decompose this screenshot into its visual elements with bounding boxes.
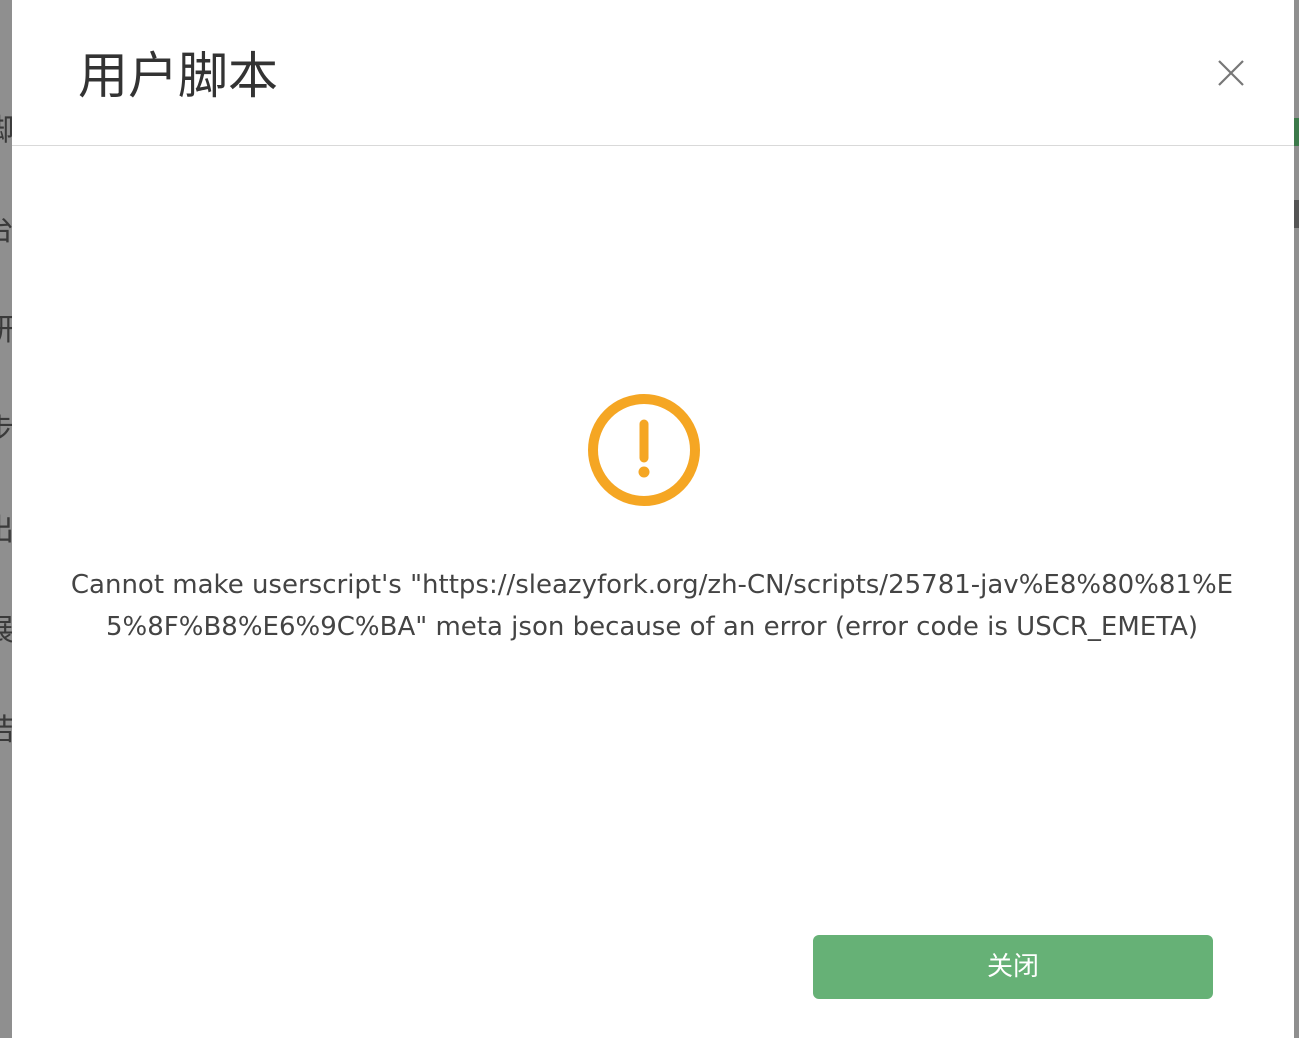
close-icon[interactable] xyxy=(1216,58,1246,88)
background-sidebar-glyph: 展 xyxy=(0,616,12,646)
close-button[interactable]: 关闭 xyxy=(813,935,1213,999)
userscript-error-dialog: 用户脚本 Cannot make userscript's "https://s… xyxy=(12,0,1294,1038)
background-sidebar-glyph: 研 xyxy=(0,316,12,346)
warning-icon xyxy=(586,392,702,508)
background-sidebar-glyph: 出 xyxy=(0,516,12,546)
background-page-right-edge xyxy=(1294,0,1299,1038)
background-dark-mark xyxy=(1294,200,1299,228)
dialog-header: 用户脚本 xyxy=(12,0,1294,146)
error-message: Cannot make userscript's "https://sleazy… xyxy=(70,570,1234,642)
background-accent-mark xyxy=(1294,118,1299,146)
background-page-sidebar: 脚 台 研 步 出 展 结 xyxy=(0,0,12,1038)
background-sidebar-glyph: 台 xyxy=(0,216,12,246)
background-sidebar-glyph: 脚 xyxy=(0,116,12,146)
background-sidebar-glyph: 结 xyxy=(0,716,12,746)
background-sidebar-glyph: 步 xyxy=(0,416,12,446)
dialog-title: 用户脚本 xyxy=(78,47,278,105)
